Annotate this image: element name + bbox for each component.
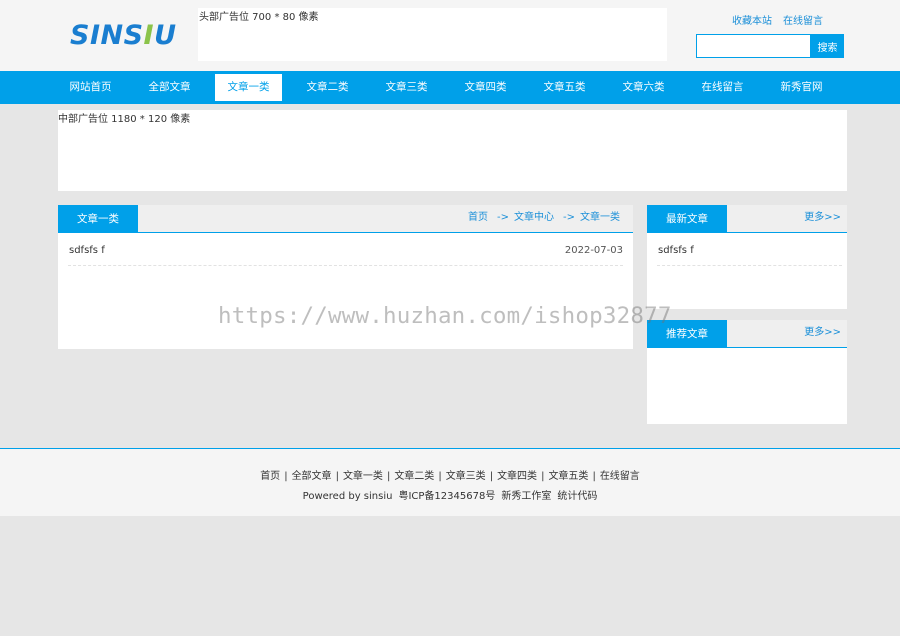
studio-link[interactable]: 新秀工作室 xyxy=(501,491,551,502)
breadcrumb-home[interactable]: 首页 xyxy=(468,212,488,223)
latest-article-title[interactable]: sdfsfs f xyxy=(658,245,694,256)
article-list-header: 文章一类 首页 -> 文章中心 -> 文章一类 xyxy=(58,205,633,233)
middle-ad-banner[interactable]: 中部广告位 1180 * 120 像素 xyxy=(58,110,847,191)
header-ad-text: 头部广告位 700 * 80 像素 xyxy=(199,12,319,23)
latest-article-row: sdfsfs f xyxy=(657,233,842,266)
recommended-more-link[interactable]: 更多>> xyxy=(804,320,841,346)
nav-item-home[interactable]: 网站首页 xyxy=(57,74,124,101)
breadcrumb: 首页 -> 文章中心 -> 文章一类 xyxy=(468,205,620,231)
site-logo[interactable]: SINSIU xyxy=(70,20,177,51)
nav-item-category-1[interactable]: 文章一类 xyxy=(215,74,282,101)
nav-item-category-6[interactable]: 文章六类 xyxy=(610,74,677,101)
bookmark-link[interactable]: 收藏本站 xyxy=(732,16,772,27)
middle-ad-text: 中部广告位 1180 * 120 像素 xyxy=(58,114,191,125)
search-button[interactable]: 搜索 xyxy=(811,34,844,58)
message-link[interactable]: 在线留言 xyxy=(783,16,823,27)
latest-articles-panel: 最新文章 更多>> sdfsfs f xyxy=(647,205,847,309)
nav-item-message[interactable]: 在线留言 xyxy=(689,74,756,101)
header: SINSIU 头部广告位 700 * 80 像素 收藏本站 在线留言 搜索 xyxy=(0,0,900,71)
recommended-articles-panel: 推荐文章 更多>> xyxy=(647,320,847,424)
footer-link-category-3[interactable]: 文章三类 xyxy=(446,471,486,482)
breadcrumb-separator: -> xyxy=(497,212,509,223)
nav-item-category-3[interactable]: 文章三类 xyxy=(373,74,440,101)
latest-more-link[interactable]: 更多>> xyxy=(804,205,841,231)
copyright: Powered by sinsiu 粤ICP备12345678号 新秀工作室 统计代码 xyxy=(0,487,900,502)
main-nav: 网站首页 全部文章 文章一类 文章二类 文章三类 文章四类 文章五类 文章六类 … xyxy=(0,71,900,104)
footer-link-category-2[interactable]: 文章二类 xyxy=(394,471,434,482)
nav-item-category-5[interactable]: 文章五类 xyxy=(531,74,598,101)
footer-link-home[interactable]: 首页 xyxy=(260,471,280,482)
powered-by: Powered by sinsiu xyxy=(302,491,393,502)
article-list-panel: 文章一类 首页 -> 文章中心 -> 文章一类 sdfsfs f 2022-07-03 xyxy=(58,205,633,349)
header-ad-banner[interactable]: 头部广告位 700 * 80 像素 xyxy=(198,8,667,61)
latest-articles-header: 最新文章 更多>> xyxy=(647,205,847,233)
nav-item-all-articles[interactable]: 全部文章 xyxy=(136,74,203,101)
top-links: 收藏本站 在线留言 xyxy=(732,12,834,27)
icp-record[interactable]: 粤ICP备12345678号 xyxy=(398,491,495,502)
footer-link-category-4[interactable]: 文章四类 xyxy=(497,471,537,482)
article-title[interactable]: sdfsfs f xyxy=(69,245,105,256)
footer-link-category-1[interactable]: 文章一类 xyxy=(343,471,383,482)
nav-item-category-4[interactable]: 文章四类 xyxy=(452,74,519,101)
footer-link-category-5[interactable]: 文章五类 xyxy=(548,471,588,482)
recommended-articles-title: 推荐文章 xyxy=(647,320,727,348)
footer-link-all-articles[interactable]: 全部文章 xyxy=(292,471,332,482)
breadcrumb-article-center[interactable]: 文章中心 xyxy=(514,212,554,223)
breadcrumb-separator: -> xyxy=(563,212,575,223)
article-list-title: 文章一类 xyxy=(58,205,138,233)
article-row: sdfsfs f 2022-07-03 xyxy=(68,233,623,266)
stats-code: 统计代码 xyxy=(557,491,598,502)
latest-articles-title: 最新文章 xyxy=(647,205,727,233)
footer: 首页 | 全部文章 | 文章一类 | 文章二类 | 文章三类 | 文章四类 | 文章五类 | 在线留言 Po… xyxy=(0,448,900,516)
nav-item-category-2[interactable]: 文章二类 xyxy=(294,74,361,101)
article-date: 2022-07-03 xyxy=(564,245,623,256)
nav-item-official-site[interactable]: 新秀官网 xyxy=(768,74,835,101)
breadcrumb-current[interactable]: 文章一类 xyxy=(580,212,620,223)
footer-link-message[interactable]: 在线留言 xyxy=(600,471,640,482)
recommended-articles-header: 推荐文章 更多>> xyxy=(647,320,847,348)
search-input[interactable] xyxy=(696,34,811,58)
footer-links: 首页 | 全部文章 | 文章一类 | 文章二类 | 文章三类 | 文章四类 | 文章五类 | 在线留言 xyxy=(260,471,640,482)
